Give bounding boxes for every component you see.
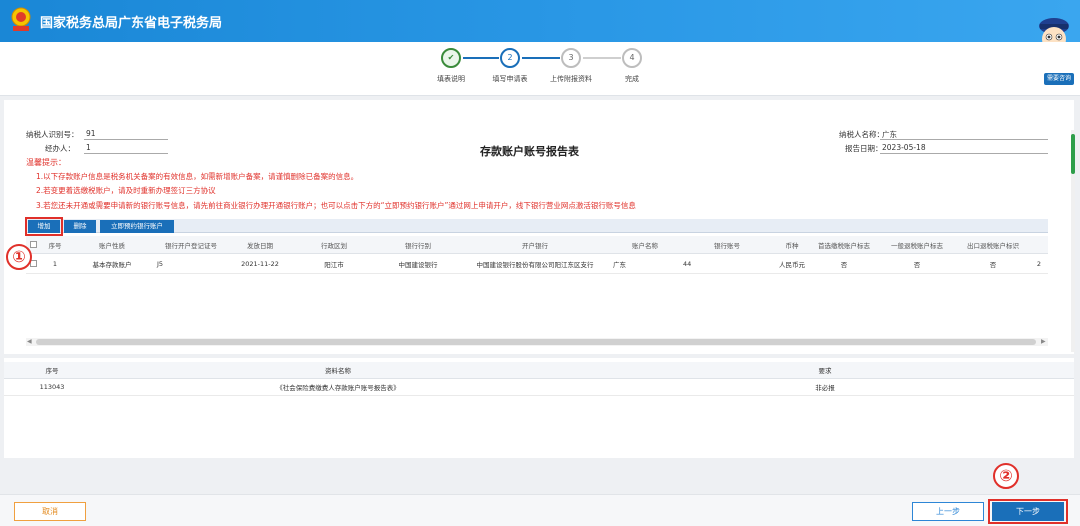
col-header: 银行账号 — [714, 241, 740, 250]
table-cell: 2021-11-22 — [241, 259, 279, 268]
step-1-circle: ✔ — [441, 48, 461, 68]
help-button[interactable]: 需要咨询 — [1044, 73, 1074, 85]
col-header: 账户名称 — [632, 241, 658, 250]
tips-title: 温馨提示： — [26, 158, 66, 167]
table-cell: J5 — [157, 259, 164, 268]
col-header: 序号 — [48, 241, 62, 250]
accounts-table-header: 序号 账户性质 银行开户登记证号 发放日期 行政区划 银行行别 开户银行 账户名… — [26, 236, 1048, 254]
col-header: 发放日期 — [247, 241, 273, 250]
tip-3: 3.若您还未开通或需要申请新的银行账号信息，请先前往商业银行办理开通银行账户；也… — [36, 201, 636, 210]
table-cell: 广东 — [613, 260, 626, 269]
table-row[interactable]: 1 基本存款账户 J5 2021-11-22 阳江市 中国建设银行 中国建设银行… — [26, 254, 1048, 274]
tip-2: 2.若变更着选缴税账户，请及时重新办理签订三方协议 — [36, 186, 216, 195]
step-connector-3 — [583, 57, 621, 59]
col-header: 开户银行 — [522, 241, 548, 250]
table-cell: 113043 — [39, 383, 65, 391]
table-cell: 1 — [52, 259, 58, 268]
top-bar: 国家税务总局广东省电子税务局 — [0, 0, 1080, 42]
horizontal-scrollbar[interactable]: ◀ ▶ — [26, 338, 1048, 346]
step-connector-2 — [522, 57, 560, 59]
highlight-add — [25, 217, 63, 236]
delete-button[interactable]: 删除 — [64, 220, 96, 233]
step-connector-1 — [463, 57, 499, 59]
table-toolbar — [26, 219, 1048, 233]
table-row: 113043 《社会保险费缴费人存款账户账号报告表》 非必报 — [4, 379, 1074, 396]
tax-emblem-icon — [11, 7, 31, 31]
table-cell: 基本存款账户 — [92, 260, 132, 269]
tip-1: 1.以下存款账户信息是税务机关备案的有效信息，如需新增账户备案，请谨慎删除已备案… — [36, 172, 359, 181]
col-header: 出口退税账户标识 — [967, 241, 1019, 250]
reserve-account-button[interactable]: 立即预约银行账户 — [100, 220, 174, 233]
step-2-label: 填写申请表 — [492, 75, 528, 83]
col-header: 一般退税账户标志 — [891, 241, 943, 250]
form-title: 存款账户账号报告表 — [480, 145, 579, 158]
scroll-right-icon[interactable]: ▶ — [1041, 338, 1046, 346]
taxpayer-id-label: 纳税人识别号： — [26, 130, 79, 139]
steps-bar — [0, 42, 1080, 96]
taxpayer-name-label: 纳税人名称： — [839, 130, 884, 139]
col-header: 序号 — [45, 367, 59, 375]
col-header: 币种 — [785, 241, 799, 250]
col-header: 要求 — [818, 367, 832, 375]
col-header: 行政区划 — [321, 241, 347, 250]
annotation-marker-2: ② — [993, 463, 1019, 489]
step-1-label: 填表说明 — [437, 75, 465, 83]
step-2-circle: 2 — [500, 48, 520, 68]
attachments-table-header: 序号 资料名称 要求 — [4, 362, 1074, 379]
annotation-marker-1: ① — [6, 244, 32, 270]
report-date-label: 报告日期： — [845, 144, 883, 153]
step-4-label: 完成 — [625, 75, 639, 83]
scroll-left-icon[interactable]: ◀ — [27, 338, 32, 346]
step-3-label: 上传附报资料 — [550, 75, 592, 83]
step-3-circle: 3 — [561, 48, 581, 68]
table-cell: 否 — [840, 260, 848, 269]
taxpayer-id-value: 91 — [86, 129, 96, 138]
table-cell: 44 — [683, 259, 692, 268]
table-cell: 人民币元 — [779, 260, 805, 269]
table-cell: 阳江市 — [324, 260, 344, 269]
vertical-scrollbar[interactable] — [1071, 130, 1075, 352]
agent-label: 经办人： — [45, 144, 75, 153]
table-cell-overflow: 2 — [1036, 259, 1042, 268]
col-header: 资料名称 — [325, 367, 351, 375]
site-title: 国家税务总局广东省电子税务局 — [40, 16, 223, 31]
table-cell: 非必报 — [815, 384, 835, 392]
report-date-value: 2023-05-18 — [882, 143, 926, 152]
col-header: 银行开户登记证号 — [165, 241, 217, 250]
table-cell: 中国建设银行 — [398, 260, 438, 269]
col-header: 账户性质 — [99, 241, 125, 250]
table-cell: 否 — [989, 260, 997, 269]
select-all-checkbox[interactable] — [29, 241, 37, 248]
col-header: 银行行别 — [405, 241, 431, 250]
table-cell: 《社会保险费缴费人存款账户账号报告表》 — [276, 384, 400, 392]
cancel-button[interactable]: 取消 — [14, 502, 86, 521]
highlight-next — [988, 499, 1068, 524]
col-header: 首选缴税账户标志 — [818, 241, 870, 250]
agent-field[interactable]: 1 — [86, 143, 91, 152]
table-cell: 中国建设银行股份有限公司阳江东区支行 — [476, 260, 594, 269]
step-4-circle: 4 — [622, 48, 642, 68]
previous-button[interactable]: 上一步 — [912, 502, 984, 521]
table-cell: 否 — [913, 260, 921, 269]
